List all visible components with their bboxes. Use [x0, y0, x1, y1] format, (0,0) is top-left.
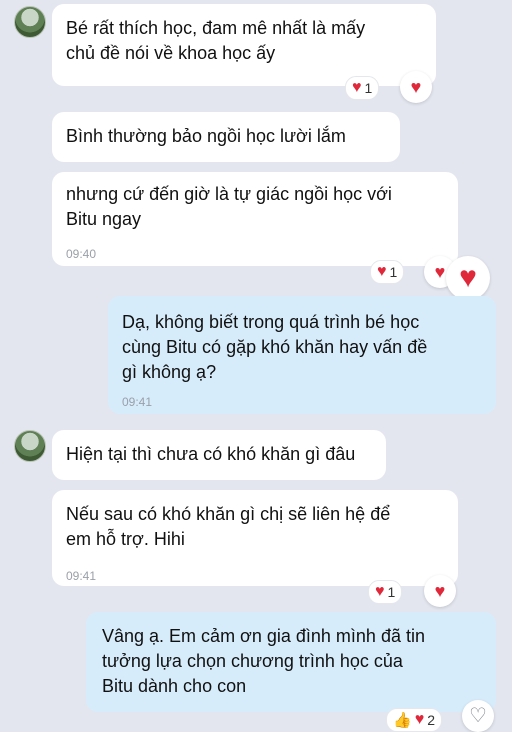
- message-text: Bé rất thích học, đam mê nhất là mấy chủ…: [66, 18, 366, 63]
- reaction-summary[interactable]: ♥ 1: [370, 260, 405, 284]
- react-heart-outline-button[interactable]: ♡: [462, 700, 494, 732]
- reaction-count: 1: [387, 584, 396, 600]
- message-text: Nếu sau có khó khăn gì chị sẽ liên hệ để…: [66, 504, 391, 549]
- message-bubble[interactable]: Vâng ạ. Em cảm ơn gia đình mình đã tin t…: [86, 612, 496, 712]
- message-bubble[interactable]: Dạ, không biết trong quá trình bé học cù…: [108, 296, 496, 414]
- heart-icon: ♥: [352, 79, 362, 96]
- reaction-count: 1: [364, 80, 373, 96]
- reaction-heart-popup[interactable]: ♥: [446, 256, 490, 300]
- react-heart-button[interactable]: ♥: [424, 575, 456, 607]
- message-text: Hiện tại thì chưa có khó khăn gì đâu: [66, 444, 356, 464]
- message-text: nhưng cứ đến giờ là tự giác ngồi học với…: [66, 184, 392, 229]
- heart-icon: ♥: [434, 581, 446, 601]
- message-bubble[interactable]: Nếu sau có khó khăn gì chị sẽ liên hệ để…: [52, 490, 458, 586]
- message-bubble[interactable]: Bé rất thích học, đam mê nhất là mấy chủ…: [52, 4, 436, 86]
- heart-icon: ♥: [434, 262, 446, 282]
- message-timestamp: 09:41: [66, 569, 97, 583]
- sender-avatar[interactable]: [14, 430, 46, 462]
- message-bubble[interactable]: Hiện tại thì chưa có khó khăn gì đâu: [52, 430, 386, 480]
- message-text: Vâng ạ. Em cảm ơn gia đình mình đã tin t…: [102, 626, 425, 696]
- heart-icon: ♥: [410, 77, 422, 97]
- reaction-count: 2: [427, 712, 435, 728]
- heart-icon: ♥: [459, 261, 477, 294]
- heart-icon: ♥: [414, 711, 425, 728]
- heart-icon: ♥: [377, 263, 387, 280]
- react-heart-button[interactable]: ♥: [400, 71, 432, 103]
- reaction-summary[interactable]: ♥ 1: [368, 580, 403, 604]
- reaction-summary[interactable]: ♥ 1: [345, 76, 380, 100]
- message-timestamp: 09:40: [66, 247, 97, 261]
- heart-icon: ♥: [375, 583, 385, 600]
- reaction-count: 1: [389, 264, 398, 280]
- heart-outline-icon: ♡: [469, 705, 487, 727]
- sender-avatar[interactable]: [14, 6, 46, 38]
- reaction-summary[interactable]: 👍 ♥ 2: [386, 708, 442, 732]
- thumbs-up-icon: 👍: [393, 711, 412, 729]
- message-bubble[interactable]: nhưng cứ đến giờ là tự giác ngồi học với…: [52, 172, 458, 266]
- message-timestamp: 09:41: [122, 395, 153, 409]
- message-bubble[interactable]: Bình thường bảo ngồi học lười lắm: [52, 112, 400, 162]
- message-text: Dạ, không biết trong quá trình bé học cù…: [122, 312, 428, 382]
- message-text: Bình thường bảo ngồi học lười lắm: [66, 126, 346, 146]
